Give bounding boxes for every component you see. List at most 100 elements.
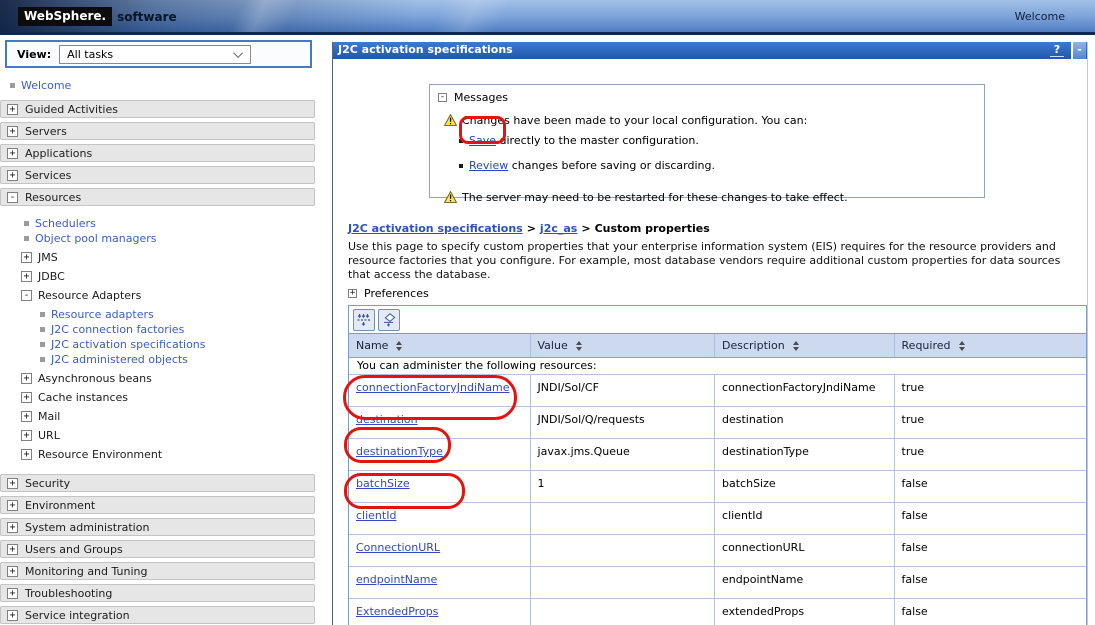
expand-icon[interactable]: + [348,289,357,298]
expand-icon[interactable]: + [21,430,32,441]
expand-icon[interactable]: + [7,126,18,137]
cell-description: endpointName [715,567,895,598]
property-link-destinationType[interactable]: destinationType [356,445,443,458]
show-filter-button[interactable] [353,309,375,331]
table-row: endpointName endpointName false [349,567,1086,599]
cell-required: true [895,439,1086,470]
sidebar-item-object-pool-managers[interactable]: Object pool managers [0,232,315,245]
sort-icon[interactable] [396,341,402,351]
collapse-icon[interactable]: - [21,290,32,301]
expand-icon[interactable]: + [7,148,18,159]
minimize-button[interactable]: - [1071,42,1086,59]
property-link-batchSize[interactable]: batchSize [356,477,410,490]
breadcrumb-link-j2c-activation-specifications[interactable]: J2C activation specifications [348,222,523,235]
property-link-ConnectionURL[interactable]: ConnectionURL [356,541,440,554]
expand-icon[interactable]: + [7,170,18,181]
sort-icon[interactable] [576,341,582,351]
sidebar-link-j2c-administered-objects[interactable]: J2C administered objects [51,353,188,366]
branch-label: Resource Environment [38,448,162,461]
property-link-connectionFactoryJndiName[interactable]: connectionFactoryJndiName [356,381,510,394]
sidebar-branch-asynchronous-beans[interactable]: + Asynchronous beans [0,372,315,385]
cell-required: true [895,407,1086,438]
column-header-name: Name [349,334,531,357]
sidebar-link-j2c-activation-specifications[interactable]: J2C activation specifications [51,338,206,351]
sidebar-link-object-pool-managers[interactable]: Object pool managers [35,232,157,245]
sidebar-branch-jms[interactable]: + JMS [0,251,315,264]
sidebar-branch-mail[interactable]: + Mail [0,410,315,423]
branch-label: JDBC [38,270,65,283]
websphere-logo: WebSphere. software [18,7,177,26]
websphere-admin-console: WebSphere. software Welcome View: All ta… [0,0,1095,625]
sidebar-link-resource-adapters[interactable]: Resource adapters [51,308,154,321]
sidebar-item-j2c-administered-objects[interactable]: J2C administered objects [0,353,315,366]
expand-icon[interactable]: + [7,104,18,115]
property-link-destination[interactable]: destination [356,413,418,426]
sidebar-link-schedulers[interactable]: Schedulers [35,217,96,230]
branch-label: Asynchronous beans [38,372,152,385]
sidebar-section-services[interactable]: + Services [0,166,315,184]
sidebar-link-j2c-connection-factories[interactable]: J2C connection factories [51,323,184,336]
sidebar-branch-resource-environment[interactable]: + Resource Environment [0,448,315,461]
sort-icon[interactable] [793,341,799,351]
expand-icon[interactable]: + [7,500,18,511]
collapse-icon[interactable]: - [7,192,18,203]
sidebar-item-welcome[interactable]: Welcome [0,78,315,92]
expand-icon[interactable]: + [21,411,32,422]
resources-children: Schedulers Object pool managers + JMS + … [0,210,315,474]
sidebar-section-environment[interactable]: + Environment [0,496,315,514]
breadcrumb-separator: > [527,222,536,235]
sidebar-branch-resource-adapters[interactable]: - Resource Adapters [0,289,315,302]
cell-value: javax.jms.Queue [531,439,716,470]
sidebar-section-troubleshooting[interactable]: + Troubleshooting [0,584,315,602]
sidebar-link-welcome[interactable]: Welcome [21,79,71,92]
sidebar-branch-cache-instances[interactable]: + Cache instances [0,391,315,404]
preferences-toggle[interactable]: + Preferences [348,287,429,300]
expand-icon[interactable]: + [21,271,32,282]
sidebar-section-monitoring-and-tuning[interactable]: + Monitoring and Tuning [0,562,315,580]
cell-description: connectionURL [715,535,895,566]
expand-icon[interactable]: + [7,478,18,489]
navigation-tree: Welcome + Guided Activities + Servers + … [0,78,315,625]
expand-icon[interactable]: + [7,544,18,555]
expand-icon[interactable]: + [21,373,32,384]
sidebar-item-j2c-connection-factories[interactable]: J2C connection factories [0,323,315,336]
collapse-icon[interactable]: - [438,93,447,102]
sidebar-branch-url[interactable]: + URL [0,429,315,442]
cell-required: false [895,471,1086,502]
cell-description: destinationType [715,439,895,470]
save-link[interactable]: Save [469,134,496,147]
expand-icon[interactable]: + [21,449,32,460]
sidebar-item-j2c-activation-specifications[interactable]: J2C activation specifications [0,338,315,351]
column-label: Name [356,339,388,352]
sidebar-section-users-and-groups[interactable]: + Users and Groups [0,540,315,558]
sidebar-section-servers[interactable]: + Servers [0,122,315,140]
breadcrumb-link-j2c-as[interactable]: j2c_as [540,222,577,235]
sidebar-branch-jdbc[interactable]: + JDBC [0,270,315,283]
sidebar-section-security[interactable]: + Security [0,474,315,492]
cell-value [531,599,716,625]
expand-icon[interactable]: + [7,610,18,621]
property-link-ExtendedProps[interactable]: ExtendedProps [356,605,438,618]
sidebar-item-resource-adapters[interactable]: Resource adapters [0,308,315,321]
sidebar-section-applications[interactable]: + Applications [0,144,315,162]
review-link[interactable]: Review [469,159,508,172]
sidebar-section-service-integration[interactable]: + Service integration [0,606,315,624]
expand-icon[interactable]: + [21,252,32,263]
expand-icon[interactable]: + [7,588,18,599]
clear-filter-button[interactable] [378,309,400,331]
view-select[interactable]: All tasks [59,45,251,64]
sidebar-section-guided-activities[interactable]: + Guided Activities [0,100,315,118]
property-link-endpointName[interactable]: endpointName [356,573,437,586]
expand-icon[interactable]: + [7,566,18,577]
expand-icon[interactable]: + [7,522,18,533]
clear-filter-icon [382,313,396,327]
sidebar-section-resources[interactable]: - Resources [0,188,315,206]
table-toolbar [349,306,1086,334]
help-button[interactable]: ? [1050,42,1064,57]
sidebar-item-schedulers[interactable]: Schedulers [0,217,315,230]
sort-icon[interactable] [959,341,965,351]
panel-content: - Messages Changes have been made to you… [333,59,1087,625]
sidebar-section-system-administration[interactable]: + System administration [0,518,315,536]
property-link-clientId[interactable]: clientId [356,509,396,522]
expand-icon[interactable]: + [21,392,32,403]
